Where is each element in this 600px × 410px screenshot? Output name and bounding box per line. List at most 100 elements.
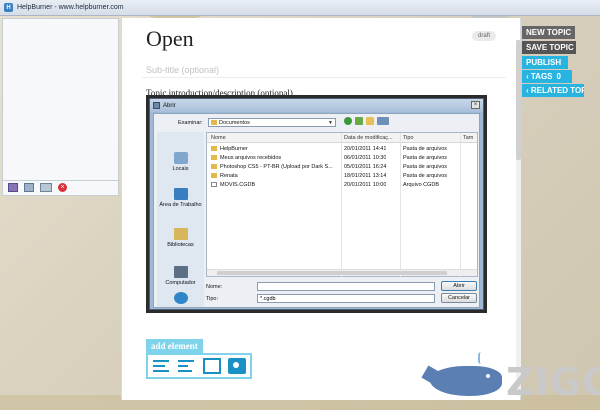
dialog-body: Examinar: Documentos ▼ Locais Área de Tr… [153, 113, 480, 308]
status-badge: draft [472, 31, 497, 41]
dialog-nav-icons [344, 117, 389, 125]
topic-sidebar[interactable] [2, 18, 119, 196]
new-folder-icon [366, 117, 374, 125]
related-topics-button[interactable]: ‹ RELATED TOPICS [522, 84, 584, 97]
column-type: Tipo [403, 135, 414, 141]
view-menu-icon [377, 117, 389, 125]
tags-count: 0 [556, 72, 561, 81]
file-name: Meus arquivos recebidos [220, 155, 282, 161]
file-row: Photoshop CS5 - PT-BR (Upload por Dark S… [207, 163, 477, 171]
place-label: Locais [172, 166, 189, 172]
topic-title[interactable]: Open [146, 26, 194, 52]
file-date: 18/01/2011 13:14 [344, 173, 387, 179]
dialog-open-button: Abrir [441, 281, 477, 291]
topic-editor: Open draft Sub-title (optional) Topic in… [121, 18, 521, 400]
folder-icon [211, 155, 217, 160]
network-icon [173, 292, 188, 304]
filetype-label: Tipo: [206, 296, 219, 302]
intro-input[interactable]: Topic introduction/description (optional… [146, 88, 300, 98]
back-icon [344, 117, 352, 125]
recent-places-icon [173, 152, 188, 164]
tags-label: ‹ TAGS [526, 72, 553, 81]
look-in-label: Examinar: [178, 120, 203, 126]
add-paragraph-icon[interactable] [152, 358, 170, 374]
computer-icon [173, 266, 188, 278]
add-video-icon[interactable] [40, 183, 52, 192]
file-name: MOVIS.CGDB [220, 182, 256, 188]
file-list-header: Nome Data de modificaç... Tipo Tam [207, 133, 477, 143]
file-date: 20/01/2011 14:41 [344, 146, 387, 152]
file-list: Nome Data de modificaç... Tipo Tam HelpB… [206, 132, 478, 278]
column-name: Nome [211, 135, 226, 141]
subtitle-input[interactable]: Sub-title (optional) [146, 65, 219, 75]
libraries-icon [173, 228, 188, 240]
open-file-dialog-screenshot: Abrir × Examinar: Documentos ▼ Locais Ár… [149, 98, 484, 310]
app-logo-icon: H [4, 3, 13, 12]
place-computer: Computador [157, 266, 204, 286]
file-list-hscroll [207, 269, 477, 276]
file-list-hscroll-thumb [217, 271, 447, 275]
dialog-title-bar: Abrir [150, 99, 483, 112]
add-screenshot-icon[interactable] [24, 183, 34, 192]
sidebar-toolbar: × [2, 180, 119, 194]
dialog-app-icon [153, 102, 160, 109]
save-topic-button[interactable]: SAVE TOPIC [522, 41, 576, 54]
whale-eye-icon [486, 374, 490, 378]
add-element-toolbar [146, 353, 252, 379]
column-size: Tam [463, 135, 474, 141]
editor-scrollbar-thumb[interactable] [516, 40, 521, 160]
file-row: Renata 18/01/2011 13:14 Pasta de arquivo… [207, 172, 477, 180]
whale-logo-icon [430, 366, 502, 396]
look-in-value: Documentos [219, 120, 250, 126]
place-label: Área de Trabalho [159, 202, 202, 208]
file-type: Pasta de arquivos [403, 173, 448, 179]
zigg-watermark: ZIGG [421, 352, 600, 404]
up-folder-icon [355, 117, 363, 125]
column-date: Data de modificaç... [344, 135, 393, 141]
folder-icon [211, 120, 217, 125]
file-date: 05/01/2011 16:24 [344, 164, 387, 170]
filetype-select: *.cgdb [257, 294, 435, 303]
close-icon: × [471, 101, 480, 109]
dialog-title: Abrir [163, 102, 176, 109]
file-type: Pasta de arquivos [403, 164, 448, 170]
add-image-icon[interactable] [8, 183, 18, 192]
file-row: MOVIS.CGDB 20/01/2011 10:00 Arquivo CGDB [207, 181, 477, 189]
app-window-title: HelpBurner - www.helpburner.com [17, 4, 124, 11]
watermark-text: ZIGG [506, 360, 600, 404]
title-divider [142, 77, 506, 78]
file-name: Renata [220, 173, 238, 179]
tags-button[interactable]: ‹ TAGS 0 [522, 70, 572, 83]
file-type: Pasta de arquivos [403, 146, 448, 152]
place-network [157, 292, 204, 306]
look-in-select: Documentos ▼ [208, 118, 336, 127]
add-camera-icon[interactable] [228, 358, 247, 374]
app-title-bar: H HelpBurner - www.helpburner.com [0, 0, 600, 16]
folder-icon [211, 173, 217, 178]
delete-icon[interactable]: × [58, 183, 67, 192]
place-desktop: Área de Trabalho [157, 188, 204, 208]
file-date: 20/01/2011 10:00 [344, 182, 387, 188]
whale-spout-icon [478, 352, 484, 364]
publish-button[interactable]: PUBLISH [522, 56, 568, 69]
place-recent: Locais [157, 152, 204, 172]
new-topic-button[interactable]: NEW TOPIC [522, 26, 575, 39]
file-row: HelpBurner 20/01/2011 14:41 Pasta de arq… [207, 145, 477, 153]
file-name: HelpBurner [220, 146, 248, 152]
editor-scrollbar[interactable] [516, 40, 521, 396]
place-libraries: Bibliotecas [157, 228, 204, 248]
file-date: 06/01/2011 10:30 [344, 155, 387, 161]
folder-icon [211, 164, 217, 169]
file-row: Meus arquivos recebidos 06/01/2011 10:30… [207, 154, 477, 162]
places-bar: Locais Área de Trabalho Bibliotecas Comp… [157, 132, 204, 307]
file-type: Pasta de arquivos [403, 155, 448, 161]
file-icon [211, 182, 217, 187]
add-list-icon[interactable] [177, 358, 195, 374]
file-name: Photoshop CS5 - PT-BR (Upload por Dark S… [220, 164, 333, 170]
add-element-label: add element [146, 339, 203, 353]
filename-label: Nome: [206, 284, 223, 290]
place-label: Computador [165, 280, 196, 286]
add-image-icon[interactable] [202, 358, 221, 374]
folder-icon [211, 146, 217, 151]
related-topics-label: ‹ RELATED TOPICS [526, 86, 584, 95]
